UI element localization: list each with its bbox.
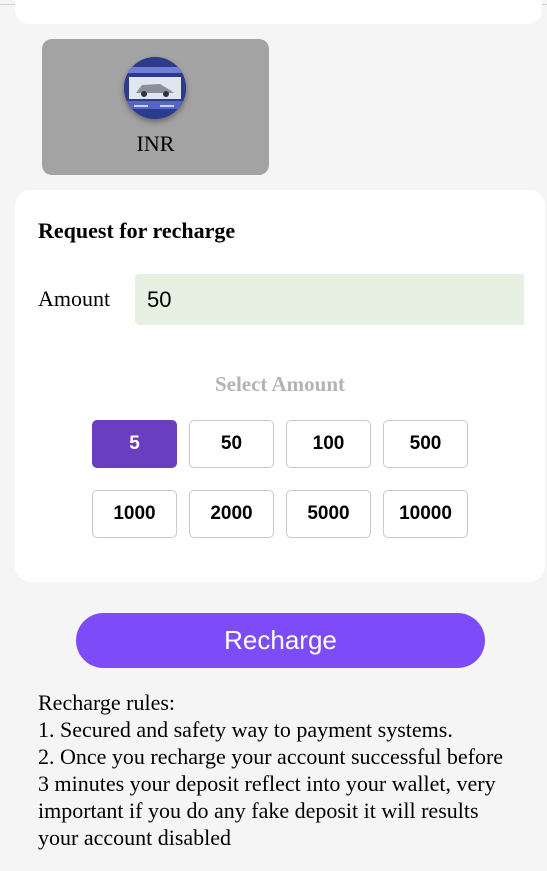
top-card [15,0,542,24]
amount-input[interactable] [135,274,524,325]
amount-option-100[interactable]: 100 [286,420,371,468]
amount-option-5[interactable]: 5 [92,420,177,468]
select-amount-label: Select Amount [214,372,346,396]
amount-label: Amount [38,286,111,311]
car-thumbnail-icon [124,57,186,119]
amount-option-2000[interactable]: 2000 [189,490,274,538]
recharge-button[interactable]: Recharge [76,613,485,668]
amount-option-1000[interactable]: 1000 [92,490,177,538]
rules-heading: Recharge rules: [38,690,176,715]
rule-item: 1. Secured and safety way to payment sys… [38,717,453,742]
amount-option-5000[interactable]: 5000 [286,490,371,538]
recharge-card: Request for recharge Amount Select Amoun… [15,190,545,582]
rule-item: 2. Once you recharge your account succes… [38,744,504,850]
currency-label: INR [136,131,175,156]
amount-option-50[interactable]: 50 [189,420,274,468]
card-title: Request for recharge [38,218,236,243]
currency-tile-inr[interactable]: INR [42,39,269,175]
amount-option-500[interactable]: 500 [383,420,468,468]
amount-option-10000[interactable]: 10000 [383,490,468,538]
recharge-rules: Recharge rules: 1. Secured and safety wa… [38,689,518,851]
